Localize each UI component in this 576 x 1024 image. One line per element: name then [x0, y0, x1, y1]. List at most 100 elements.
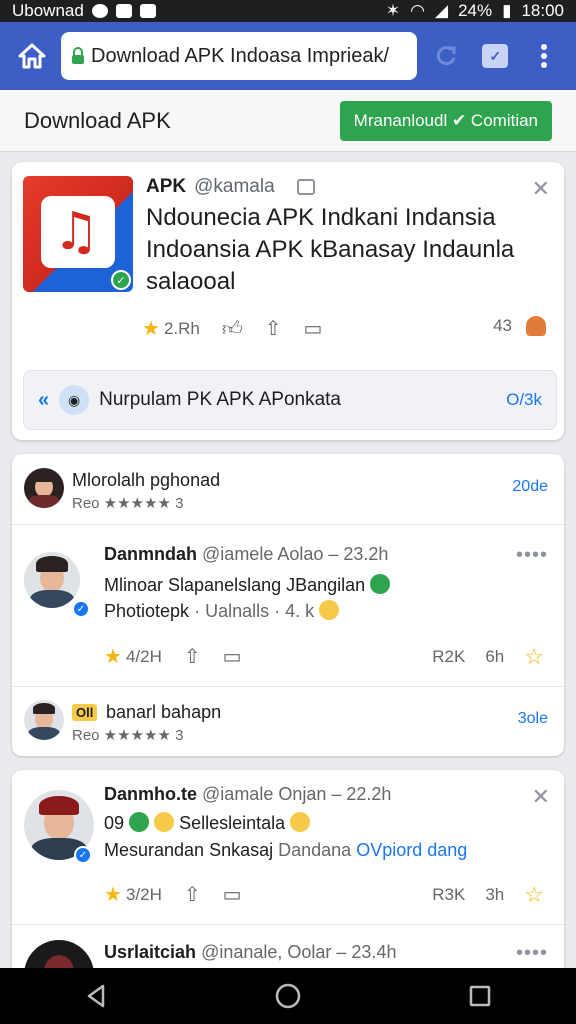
post-author[interactable]: Danmho.te: [104, 784, 197, 804]
bookmark-icon[interactable]: ▭: [304, 316, 323, 341]
avatar[interactable]: [24, 552, 80, 608]
post-rating: 4/2H: [125, 646, 162, 666]
app-logo[interactable]: ♫ ✓: [23, 176, 133, 292]
battery-level: 24%: [458, 1, 493, 20]
post-text-2: Photiotepk: [104, 601, 190, 621]
back-button[interactable]: [66, 968, 126, 1024]
emoji-icon: [319, 600, 340, 620]
post-line-2: Photiotepk · Ualnalls · 4. k: [104, 600, 340, 622]
avatar-hair: [36, 556, 68, 573]
post-author[interactable]: Usrlaitciah: [104, 942, 196, 962]
info-bar[interactable]: « ◉ Nurpulam PK APK APonkata O/3k: [23, 370, 557, 430]
post-link[interactable]: OVpiord dang: [356, 840, 467, 860]
tabs-button[interactable]: ✓: [476, 36, 515, 76]
divider: [12, 524, 564, 525]
rating-group: ★ 2.Rh: [142, 316, 200, 341]
emoji-icon: [129, 812, 150, 832]
status-time: 18:00: [521, 1, 564, 20]
avatar[interactable]: [24, 468, 64, 508]
app-name: APK: [146, 176, 187, 197]
post-text-3: Dandana: [278, 840, 357, 860]
post-prefix: 09: [104, 813, 125, 833]
avatar-hair: [32, 471, 56, 483]
post-text-3: · Ualnalls · 4. k: [194, 601, 315, 621]
like-icon[interactable]: 👍︎: [222, 317, 243, 341]
browser-toolbar: Download APK Indoasa Imprieak/ ✓: [0, 22, 576, 90]
continue-button-label: Mrananloudl ✔ Comitian: [353, 110, 538, 130]
battery-icon: ▮: [502, 1, 512, 20]
more-vert-icon: [541, 44, 548, 68]
rating-group: ★ 3/2H: [104, 882, 162, 907]
share-arrow-icon[interactable]: ⇧: [184, 882, 201, 907]
tabs-icon: ✓: [482, 44, 509, 68]
post-stat-1: R3K: [432, 885, 466, 904]
post-header: Danmho.te @iamale Onjan – 22.2h: [104, 784, 391, 805]
app-notification-icon: [115, 4, 132, 18]
post-meta: @iamale Onjan – 22.2h: [202, 784, 392, 804]
post-stat-2: 6h: [485, 647, 505, 666]
emoji-icon: [290, 812, 311, 832]
more-options-icon[interactable]: ••••: [516, 544, 548, 567]
reviewer-badge: Oll: [72, 704, 98, 721]
post-line-2: Mesurandan Snkasaj Dandana OVpiord dang: [104, 840, 467, 861]
post-stats: ★ 4/2H ⇧ ▭: [104, 644, 242, 669]
refresh-button[interactable]: [427, 36, 466, 76]
lock-icon: [71, 47, 85, 65]
post-line-1: 09 Sellesleintala: [104, 812, 311, 834]
user-icon[interactable]: [526, 316, 546, 336]
close-icon[interactable]: ✕: [532, 784, 550, 810]
notification-icon: [91, 4, 108, 18]
verified-badge-icon: ✓: [74, 846, 92, 864]
url-text: Download APK Indoasa Imprieak/: [91, 44, 389, 67]
url-bar[interactable]: Download APK Indoasa Imprieak/: [61, 32, 417, 80]
home-nav-button[interactable]: [258, 968, 318, 1024]
home-button[interactable]: [12, 36, 51, 76]
continue-button[interactable]: Mrananloudl ✔ Comitian: [339, 100, 552, 141]
star-outline-icon[interactable]: ☆: [524, 882, 544, 908]
avatar[interactable]: [24, 700, 64, 740]
back-triangle-icon: [87, 984, 105, 1008]
bookmark-icon[interactable]: ▭: [223, 882, 242, 907]
reviewer-name: Mlorolalh pghonad: [72, 470, 221, 490]
avatar-shirt: [28, 495, 60, 508]
more-options-icon[interactable]: ••••: [516, 942, 548, 965]
home-circle-icon: [275, 983, 301, 1009]
reviewer-link[interactable]: 3ole: [518, 710, 548, 728]
reviewer-link[interactable]: 20de: [512, 478, 548, 496]
music-note-icon: ♫: [53, 202, 100, 262]
app-rating: 2.Rh: [163, 318, 200, 338]
refresh-icon: [437, 46, 456, 66]
chevron-left-icon[interactable]: «: [38, 389, 49, 412]
share-arrow-icon[interactable]: ⇧: [265, 316, 282, 341]
signal-icon: ◢: [434, 1, 449, 20]
reviewer-rating: Reo ★★★★★ 3: [72, 727, 184, 744]
post-meta: @inanale, Oolar – 23.4h: [201, 942, 397, 962]
info-text: Nurpulam PK APK APonkata: [99, 389, 341, 410]
menu-button[interactable]: [525, 36, 564, 76]
app-notification-icon-2: [139, 4, 156, 18]
info-link[interactable]: O/3k: [506, 390, 542, 410]
bookmark-icon[interactable]: ▭: [223, 644, 242, 669]
post-text: Mlinoar Slapanelslang JBangilan: [104, 575, 366, 595]
post-stat-2: 3h: [485, 885, 505, 904]
emoji-icon: [154, 812, 175, 832]
post-stats: ★ 3/2H ⇧ ▭: [104, 882, 242, 907]
app-card: ♫ ✓ APK @kamala ✕ Ndounecia APK Indkani …: [12, 162, 564, 440]
status-left-text: Ubownad: [12, 1, 84, 20]
share-icon[interactable]: [296, 179, 315, 195]
star-icon: ★: [104, 884, 122, 906]
recents-button[interactable]: [450, 968, 510, 1024]
share-arrow-icon[interactable]: ⇧: [184, 644, 201, 669]
post-line-1: Mlinoar Slapanelslang JBangilan: [104, 574, 391, 596]
divider: [12, 686, 564, 687]
close-icon[interactable]: ✕: [532, 176, 550, 202]
verified-badge-icon: ✓: [111, 270, 131, 290]
home-icon: [18, 43, 46, 69]
post-author[interactable]: Danmndah: [104, 544, 197, 564]
rating-group: ★ 4/2H: [104, 644, 162, 669]
star-outline-icon[interactable]: ☆: [524, 644, 544, 670]
post-header: Danmndah @iamele Aolao – 23.2h: [104, 544, 388, 565]
bluetooth-icon: ✶: [385, 1, 401, 20]
avatar-shirt: [28, 727, 60, 740]
post-card: ✓ Danmho.te @iamale Onjan – 22.2h ✕ 09 S…: [12, 770, 564, 1010]
